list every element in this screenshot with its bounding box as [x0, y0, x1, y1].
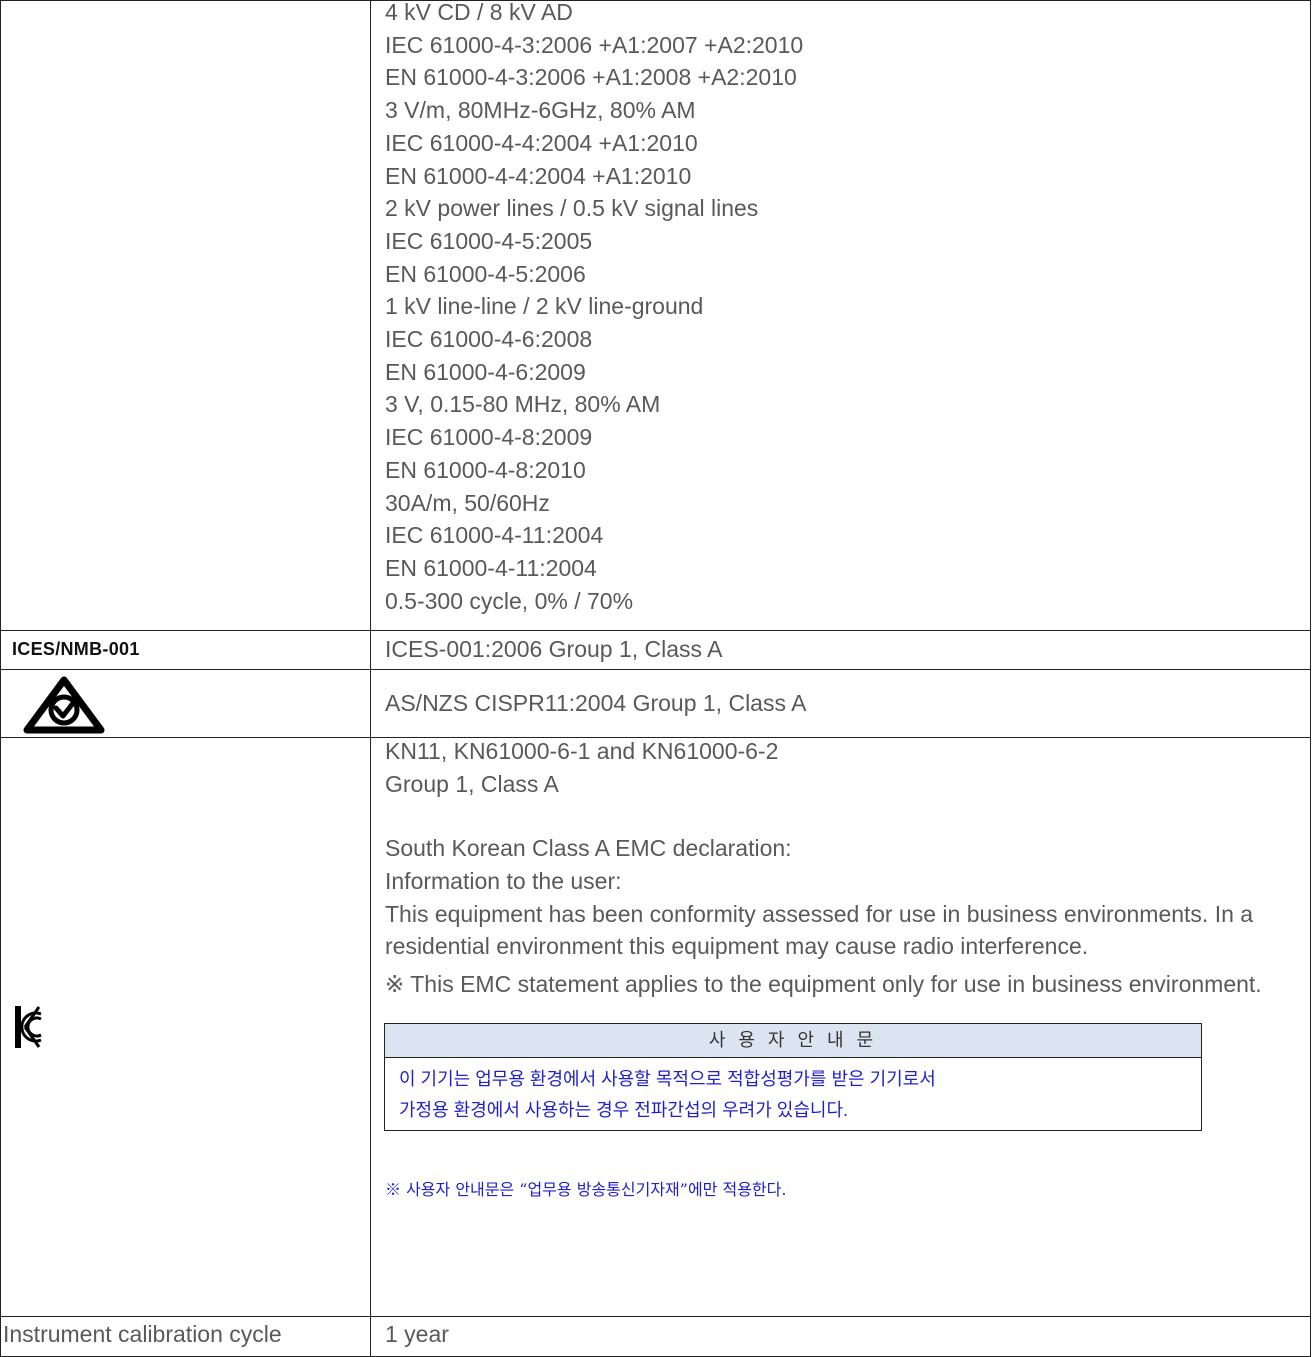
ices-value-cell: ICES-001:2006 Group 1, Class A — [370, 630, 1311, 670]
emc-line: IEC 61000-4-3:2006 +A1:2007 +A2:2010 — [385, 31, 804, 58]
emc-line: EN 61000-4-6:2009 — [385, 358, 586, 385]
emc-line: 2 kV power lines / 0.5 kV signal lines — [385, 195, 759, 222]
korean-notice-title: 사 용 자 안 내 문 — [385, 1023, 1201, 1058]
emc-line: IEC 61000-4-6:2008 — [385, 326, 593, 353]
ices-value: ICES-001:2006 Group 1, Class A — [385, 636, 723, 662]
rcm-value: AS/NZS CISPR11:2004 Group 1, Class A — [385, 690, 807, 717]
emc-line: 4 kV CD / 8 kV AD — [385, 0, 573, 25]
calibration-value: 1 year — [385, 1321, 449, 1347]
rcm-value-cell: AS/NZS CISPR11:2004 Group 1, Class A — [370, 669, 1311, 738]
table-row: KN11, KN61000-6-1 and KN61000-6-2 Group … — [0, 737, 1311, 1317]
emc-line: EN 61000-4-5:2006 — [385, 260, 586, 287]
emc-line: IEC 61000-4-5:2005 — [385, 227, 593, 254]
emc-line: EN 61000-4-3:2006 +A1:2008 +A2:2010 — [385, 64, 797, 91]
rcm-mark-icon — [23, 676, 105, 734]
emc-line: EN 61000-4-8:2010 — [385, 456, 586, 483]
emc-line: EN 61000-4-4:2004 +A1:2010 — [385, 162, 692, 189]
left-cell-empty — [0, 0, 371, 631]
kc-mark-icon — [15, 1006, 42, 1048]
korean-notice-line2: 가정용 환경에서 사용하는 경우 전파간섭의 우려가 있습니다. — [399, 1099, 849, 1120]
emc-line: 3 V/m, 80MHz-6GHz, 80% AM — [385, 97, 696, 124]
kc-paragraph: This equipment has been conformity asses… — [385, 900, 1254, 960]
emc-line: 1 kV line-line / 2 kV line-ground — [385, 293, 704, 320]
emc-line: IEC 61000-4-4:2004 +A1:2010 — [385, 129, 698, 156]
kc-declaration-title: South Korean Class A EMC declaration: — [385, 835, 792, 862]
rcm-icon-cell — [0, 669, 371, 738]
emc-spec-table: 4 kV CD / 8 kV AD IEC 61000-4-3:2006 +A1:… — [0, 0, 1311, 1357]
ices-label-cell: ICES/NMB-001 — [0, 630, 371, 670]
korean-notice-body: 이 기기는 업무용 환경에서 사용할 목적으로 적합성평가를 받은 기기로서 가… — [385, 1058, 1201, 1130]
table-row: AS/NZS CISPR11:2004 Group 1, Class A — [0, 669, 1311, 738]
emc-line: 30A/m, 50/60Hz — [385, 489, 550, 516]
emc-lines: 4 kV CD / 8 kV AD IEC 61000-4-3:2006 +A1:… — [385, 0, 1310, 617]
emc-line: 0.5-300 cycle, 0% / 70% — [385, 587, 634, 614]
calibration-label: Instrument calibration cycle — [3, 1321, 282, 1347]
emc-line: EN 61000-4-11:2004 — [385, 554, 597, 581]
kc-info: Information to the user: — [385, 868, 622, 895]
kc-note: ※ This EMC statement applies to the equi… — [385, 970, 1262, 997]
emc-line: IEC 61000-4-8:2009 — [385, 424, 593, 451]
kc-standards: KN11, KN61000-6-1 and KN61000-6-2 — [385, 738, 779, 764]
korean-notice-line1: 이 기기는 업무용 환경에서 사용할 목적으로 적합성평가를 받은 기기로서 — [399, 1068, 936, 1089]
kc-icon-cell — [0, 737, 371, 1317]
korean-notice-box: 사 용 자 안 내 문 이 기기는 업무용 환경에서 사용할 목적으로 적합성평… — [384, 1022, 1202, 1131]
korean-footnote: ※ 사용자 안내문은 “업무용 방송통신기자재”에만 적용한다. — [385, 1179, 787, 1199]
emc-line: 3 V, 0.15-80 MHz, 80% AM — [385, 391, 661, 418]
kc-content-cell: KN11, KN61000-6-1 and KN61000-6-2 Group … — [370, 737, 1311, 1317]
ices-label: ICES/NMB-001 — [12, 639, 140, 659]
emc-standards-cell: 4 kV CD / 8 kV AD IEC 61000-4-3:2006 +A1:… — [370, 0, 1311, 631]
emc-line: IEC 61000-4-11:2004 — [385, 522, 604, 549]
table-row: ICES/NMB-001 ICES-001:2006 Group 1, Clas… — [0, 630, 1311, 670]
table-row: 4 kV CD / 8 kV AD IEC 61000-4-3:2006 +A1:… — [0, 0, 1311, 631]
kc-group: Group 1, Class A — [385, 770, 559, 797]
